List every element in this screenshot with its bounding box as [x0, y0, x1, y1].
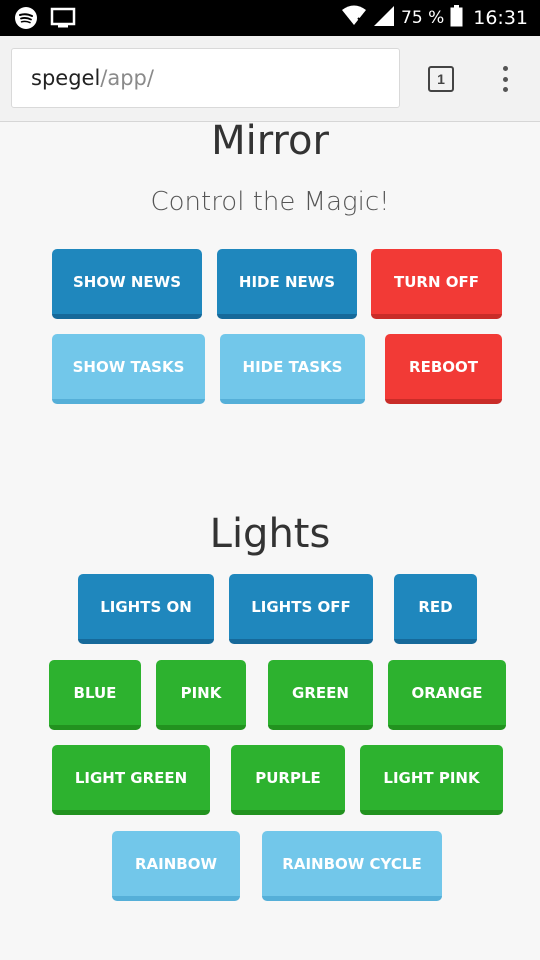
spotify-icon	[14, 6, 38, 35]
show-news-button[interactable]: SHOW NEWS	[52, 249, 202, 319]
lights-off-button[interactable]: LIGHTS OFF	[229, 574, 373, 644]
url-host: spegel	[31, 66, 101, 90]
tab-switcher-button[interactable]: 1	[428, 66, 454, 92]
green-button[interactable]: GREEN	[268, 660, 373, 730]
battery-percent: 75 %	[401, 8, 445, 28]
overflow-menu-icon[interactable]	[495, 64, 515, 94]
hide-tasks-button[interactable]: HIDE TASKS	[220, 334, 365, 404]
orange-button[interactable]: ORANGE	[388, 660, 506, 730]
turn-off-button[interactable]: TURN OFF	[371, 249, 502, 319]
cast-icon	[50, 7, 76, 34]
pink-button[interactable]: PINK	[156, 660, 246, 730]
mirror-subtitle: Control the Magic!	[150, 187, 390, 217]
url-path: /app/	[100, 66, 154, 90]
wifi-icon	[341, 5, 367, 32]
rainbow-button[interactable]: RAINBOW	[112, 831, 240, 901]
purple-button[interactable]: PURPLE	[231, 745, 345, 815]
lights-title: Lights	[209, 511, 331, 557]
mirror-title: Mirror	[211, 118, 329, 164]
battery-icon	[450, 4, 463, 32]
status-bar: 75 % 16:31	[0, 0, 540, 36]
browser-toolbar: spegel/app/ 1	[0, 36, 540, 122]
hide-news-button[interactable]: HIDE NEWS	[217, 249, 357, 319]
light-pink-button[interactable]: LIGHT PINK	[360, 745, 503, 815]
url-bar[interactable]: spegel/app/	[11, 48, 400, 108]
light-green-button[interactable]: LIGHT GREEN	[52, 745, 210, 815]
tab-count: 1	[437, 71, 445, 87]
lights-on-button[interactable]: LIGHTS ON	[78, 574, 214, 644]
red-button[interactable]: RED	[394, 574, 477, 644]
reboot-button[interactable]: REBOOT	[385, 334, 502, 404]
clock: 16:31	[473, 7, 528, 29]
show-tasks-button[interactable]: SHOW TASKS	[52, 334, 205, 404]
blue-button[interactable]: BLUE	[49, 660, 141, 730]
signal-icon	[373, 5, 395, 32]
rainbow-cycle-button[interactable]: RAINBOW CYCLE	[262, 831, 442, 901]
